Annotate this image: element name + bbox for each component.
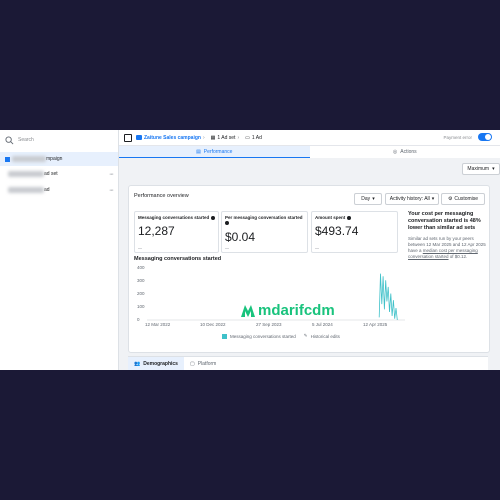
metric-sub: — bbox=[225, 245, 229, 250]
chevron-right-icon: › bbox=[202, 134, 205, 141]
actions-icon: ◎ bbox=[392, 149, 398, 155]
tab-performance[interactable]: ▤ Performance bbox=[119, 146, 310, 158]
chevron-down-icon: ▾ bbox=[431, 196, 435, 202]
sidebar-item-label: ad set bbox=[44, 171, 58, 177]
tab-label: Performance bbox=[203, 148, 233, 155]
x-tick-label: 5 Jul 2024 bbox=[312, 322, 333, 327]
chart-legend: Messaging conversations started ✎ Histor… bbox=[222, 333, 340, 339]
more-options-icon[interactable]: ··· bbox=[109, 171, 114, 178]
x-tick-label: 10 Dec 2022 bbox=[200, 322, 226, 327]
x-tick-label: 12 Mar 2022 bbox=[145, 322, 171, 327]
dropdown-label: Maximum bbox=[467, 166, 490, 172]
customise-button[interactable]: ⚙ Customise bbox=[441, 193, 485, 205]
tab-demographics[interactable]: 👥 Demographics bbox=[128, 357, 184, 370]
legend-swatch bbox=[222, 333, 227, 339]
y-tick-label: 300 bbox=[137, 278, 145, 283]
watermark-logo-icon bbox=[241, 304, 255, 317]
edit-history-icon: ✎ bbox=[303, 333, 308, 338]
tab-label: Actions bbox=[400, 149, 417, 155]
metric-label: Amount spent bbox=[315, 215, 351, 221]
breadcrumb-campaign[interactable]: Zaitune Sales campaign bbox=[136, 135, 201, 141]
folder-icon bbox=[136, 135, 142, 140]
tab-label: Platform bbox=[197, 361, 217, 367]
tab-bar: ▤ Performance ◎ Actions bbox=[119, 146, 500, 158]
more-options-icon[interactable]: ··· bbox=[109, 187, 114, 194]
legend-label: Historical edits bbox=[310, 333, 340, 339]
x-tick-label: 12 Apr 2025 bbox=[363, 322, 388, 327]
main-panel: Zaitune Sales campaign › ▦ 1 Ad set › ▭ … bbox=[119, 130, 500, 370]
insight-text: Similar ad sets run by your peers betwee… bbox=[408, 236, 486, 259]
sidebar-item-adset[interactable]: ad set ··· bbox=[0, 167, 118, 181]
ads-manager-window: Search mpaign ad set ··· ad ··· Zaitune … bbox=[0, 130, 500, 370]
panel-toggle-icon[interactable] bbox=[124, 133, 132, 142]
info-icon bbox=[346, 215, 351, 220]
x-tick-label: 27 Sep 2023 bbox=[256, 322, 282, 327]
chevron-right-icon: › bbox=[237, 134, 240, 141]
sidebar-item-label: ad bbox=[44, 187, 50, 193]
info-icon bbox=[225, 221, 229, 226]
y-tick-label: 200 bbox=[137, 291, 145, 296]
chevron-down-icon: ▾ bbox=[492, 166, 495, 172]
metric-label: Messaging conversations started bbox=[138, 215, 215, 221]
maximum-dropdown[interactable]: Maximum ▾ bbox=[462, 163, 500, 175]
metric-value: $0.04 bbox=[225, 230, 256, 244]
platform-icon: ▢ bbox=[189, 361, 195, 367]
tab-label: Demographics bbox=[143, 361, 178, 367]
chevron-down-icon: ▾ bbox=[372, 196, 375, 202]
metric-value: 12,287 bbox=[138, 224, 175, 238]
ad-icon: ▭ bbox=[245, 134, 250, 141]
dropdown-label: Day bbox=[361, 196, 371, 202]
search-placeholder: Search bbox=[18, 137, 34, 143]
blurred-name bbox=[8, 187, 44, 193]
campaign-name: Zaitune Sales campaign bbox=[144, 134, 201, 141]
metric-sub: — bbox=[138, 245, 142, 250]
breadcrumb-adset[interactable]: ▦ 1 Ad set bbox=[211, 135, 236, 141]
y-tick-label: 400 bbox=[137, 265, 145, 270]
breakdown-tabs: 👥 Demographics ▢ Platform bbox=[128, 356, 488, 370]
day-dropdown[interactable]: Day ▾ bbox=[354, 193, 382, 205]
adset-label: 1 Ad set bbox=[217, 134, 236, 141]
card-title: Performance overview bbox=[134, 193, 189, 199]
insight-heading: Your cost per messaging conversation sta… bbox=[408, 211, 481, 231]
performance-overview-card: Performance overview Day ▾ Activity histo… bbox=[128, 185, 490, 353]
settings-icon: ⚙ bbox=[447, 196, 453, 202]
blurred-name bbox=[8, 171, 44, 177]
campaign-icon bbox=[5, 156, 10, 162]
people-icon: 👥 bbox=[134, 361, 141, 367]
blurred-name bbox=[12, 156, 46, 162]
chart-title: Messaging conversations started bbox=[134, 256, 222, 262]
tab-actions[interactable]: ◎ Actions bbox=[310, 146, 500, 158]
chart-icon: ▤ bbox=[196, 148, 201, 155]
info-icon bbox=[210, 215, 215, 220]
insight-panel: Your cost per messaging conversation sta… bbox=[408, 211, 486, 301]
metric-value: $493.74 bbox=[315, 224, 359, 238]
button-label: Customise bbox=[454, 196, 479, 202]
breadcrumb: Zaitune Sales campaign › ▦ 1 Ad set › ▭ … bbox=[119, 130, 500, 146]
payment-status: Payment error bbox=[443, 135, 472, 140]
metric-card-spent: Amount spent $493.74 — bbox=[311, 211, 398, 253]
metric-card-conversations: Messaging conversations started 12,287 — bbox=[134, 211, 219, 253]
sidebar-item-campaign[interactable]: mpaign bbox=[0, 152, 118, 166]
metric-sub: — bbox=[315, 245, 319, 250]
sidebar: Search mpaign ad set ··· ad ··· bbox=[0, 130, 119, 370]
search-icon bbox=[5, 135, 14, 144]
sidebar-item-label: mpaign bbox=[46, 156, 63, 162]
activity-history-dropdown[interactable]: Activity history: All ▾ bbox=[385, 193, 439, 205]
grid-icon: ▦ bbox=[210, 134, 216, 141]
tab-platform[interactable]: ▢ Platform bbox=[184, 357, 222, 370]
watermark-text: mdarifcdm bbox=[258, 302, 335, 319]
dropdown-label: Activity history: All bbox=[389, 196, 430, 202]
search-input[interactable]: Search bbox=[5, 134, 115, 146]
ad-label: 1 Ad bbox=[251, 134, 262, 141]
legend-label: Messaging conversations started bbox=[230, 333, 296, 339]
y-tick-label: 100 bbox=[137, 304, 145, 309]
sidebar-item-ad[interactable]: ad ··· bbox=[0, 183, 118, 197]
metric-card-cost: Per messaging conversation started $0.04… bbox=[221, 211, 308, 253]
y-tick-label: 0 bbox=[137, 317, 140, 322]
watermark: mdarifcdm bbox=[241, 302, 335, 319]
breadcrumb-ad[interactable]: ▭ 1 Ad bbox=[245, 135, 262, 141]
active-toggle[interactable] bbox=[478, 133, 492, 141]
metric-label: Per messaging conversation started bbox=[225, 215, 307, 226]
series-line bbox=[378, 273, 398, 321]
